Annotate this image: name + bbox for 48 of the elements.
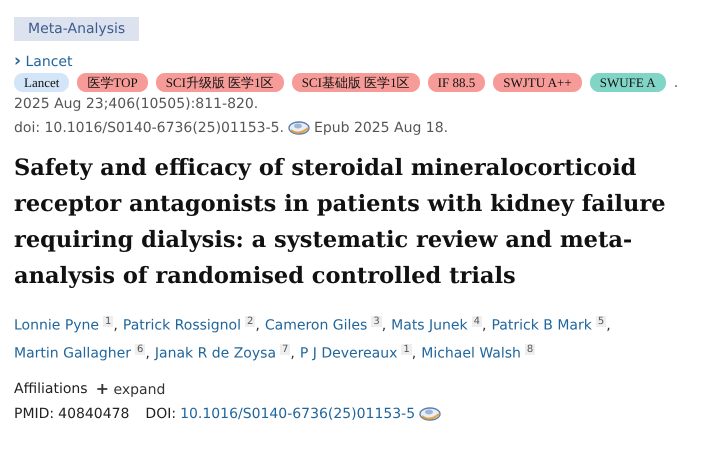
author-link[interactable]: P J Devereaux <box>300 345 398 362</box>
journal-tag: SCI基础版 医学1区 <box>292 73 420 92</box>
pmid-label: PMID: <box>14 406 54 422</box>
full-text-icon[interactable] <box>419 406 442 422</box>
author-link[interactable]: Janak R de Zoysa <box>154 345 276 362</box>
journal-tag: SCI升级版 医学1区 <box>156 73 284 92</box>
author-link[interactable]: Lonnie Pyne <box>14 318 100 334</box>
citation-text: 2025 Aug 23;406(10505):811-820. <box>14 96 260 112</box>
journal-tag: SWJTU A++ <box>493 73 582 92</box>
comma-text: , <box>290 345 295 362</box>
author-link[interactable]: Mats Junek <box>391 318 468 334</box>
affiliation-number[interactable]: 1 <box>401 344 412 355</box>
journal-tag: Lancet <box>14 73 70 92</box>
comma-text: , <box>145 345 150 362</box>
author-link[interactable]: Michael Walsh <box>421 345 521 362</box>
comma-text: , <box>113 318 118 334</box>
epub-date-text: Epub 2025 Aug 18. <box>314 120 448 136</box>
comma-text: , <box>255 318 260 334</box>
journal-tag: SWUFE A <box>590 73 666 92</box>
affiliation-number[interactable]: 4 <box>472 316 482 327</box>
journal-link[interactable]: › Lancet <box>14 51 73 71</box>
affiliation-number[interactable]: 5 <box>596 316 606 327</box>
affiliation-number[interactable]: 8 <box>524 344 536 355</box>
author-link[interactable]: Cameron Giles <box>264 318 368 334</box>
doi-label: DOI: <box>145 406 176 422</box>
journal-tag: IF 88.5 <box>428 73 486 92</box>
comma-text: , <box>382 318 386 334</box>
pmid-value: 40840478 <box>58 406 130 422</box>
comma-text: , <box>606 318 611 334</box>
comma-text: , <box>412 345 416 362</box>
doi-text: doi: 10.1016/S0140-6736(25)01153-5. <box>14 120 284 136</box>
affiliations-label: Affiliations <box>14 380 88 397</box>
author-link[interactable]: Patrick Rossignol <box>122 318 242 334</box>
comma-text: , <box>482 318 486 334</box>
article-title: Safety and efficacy of steroidal mineralocorticoid receptor antagonists in patients with kidney failure requiring dialysis: a systematic review and meta-analysis of randomised controlled trials <box>14 154 667 291</box>
affiliation-number[interactable]: 7 <box>280 344 290 355</box>
affiliation-number[interactable]: 1 <box>103 316 114 327</box>
full-text-icon[interactable] <box>288 120 310 136</box>
affiliation-number[interactable]: 2 <box>245 316 256 327</box>
affiliation-number[interactable]: 3 <box>371 316 382 327</box>
journal-tag: 医学TOP <box>77 73 148 92</box>
author-link[interactable]: Patrick B Mark <box>491 318 592 334</box>
period-text: . <box>674 74 678 90</box>
author-link[interactable]: Martin Gallagher <box>14 345 132 362</box>
publication-type-badge: Meta-Analysis <box>14 17 140 41</box>
expand-button[interactable]: + expand <box>96 379 166 398</box>
affiliation-number[interactable]: 6 <box>135 344 146 355</box>
doi-link[interactable]: 10.1016/S0140-6736(25)01153-5 <box>180 406 416 422</box>
